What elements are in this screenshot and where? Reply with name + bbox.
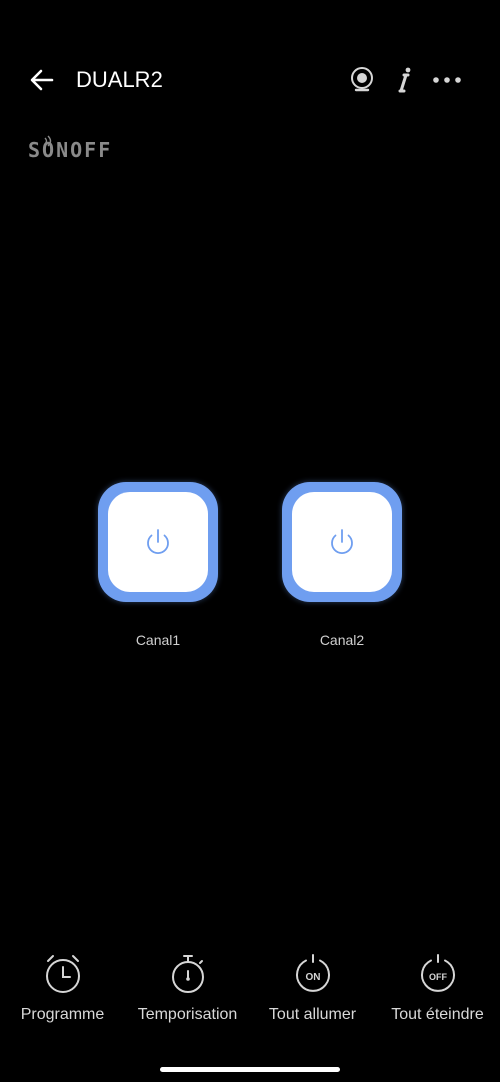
timer-icon [171, 955, 204, 993]
all-on-button[interactable]: ON Tout allumer [250, 950, 375, 1040]
svg-text:SONOFF: SONOFF [28, 138, 112, 162]
all-off-label: Tout éteindre [391, 1006, 484, 1023]
schedule-label: Programme [20, 1006, 105, 1023]
svg-text:ON: ON [305, 972, 320, 983]
more-options-icon[interactable] [431, 64, 463, 96]
home-indicator[interactable] [160, 1067, 340, 1072]
bottom-action-bar: Programme Temporisation ON Tout allumer … [0, 950, 500, 1040]
power-icon [147, 529, 169, 554]
power-icon [331, 529, 353, 554]
all-on-label: Tout allumer [268, 1006, 357, 1023]
channel-2-switch[interactable] [282, 482, 402, 602]
switch-face [108, 492, 208, 592]
power-on-icon: ON [295, 954, 330, 992]
power-off-icon: OFF [420, 954, 455, 992]
schedule-button[interactable]: Programme [0, 950, 125, 1040]
timer-button[interactable]: Temporisation [125, 950, 250, 1040]
back-arrow-icon[interactable] [28, 66, 56, 94]
page-title: DUALR2 [76, 67, 163, 92]
channel-2-label: Canal2 [319, 632, 365, 648]
channel-2: Canal2 [282, 482, 402, 662]
timer-label: Temporisation [137, 1006, 238, 1023]
camera-icon[interactable] [346, 64, 378, 96]
channel-1: Canal1 [98, 482, 218, 662]
sonoff-logo: SONOFF [28, 135, 112, 162]
all-off-button[interactable]: OFF Tout éteindre [375, 950, 500, 1040]
svg-text:OFF: OFF [429, 972, 447, 982]
channel-1-label: Canal1 [135, 632, 181, 648]
clock-icon [45, 955, 80, 993]
switch-face [292, 492, 392, 592]
info-icon[interactable] [389, 64, 421, 96]
channel-1-switch[interactable] [98, 482, 218, 602]
